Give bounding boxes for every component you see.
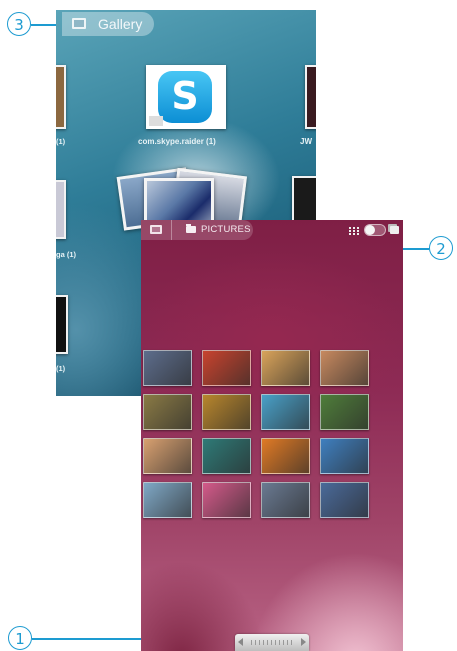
album-label-skype: com.skype.raider (1) [138,137,216,146]
callout-1: 1 [8,626,32,650]
photo-thumbnail[interactable] [143,482,192,518]
scroll-left-arrow-icon [238,638,243,646]
toggle-knob[interactable] [365,225,375,235]
gallery-app-icon [72,18,86,29]
photo-thumbnail[interactable] [320,482,369,518]
breadcrumb[interactable]: PICTURES [141,220,253,240]
skype-icon: S [158,71,212,123]
stack-view-icon[interactable] [390,226,399,234]
album-thumbnail[interactable] [56,180,66,239]
photo-thumbnail[interactable] [202,482,251,518]
photo-thumbnail[interactable] [261,482,310,518]
photo-thumbnail[interactable] [320,438,369,474]
view-toggle-switch[interactable] [364,224,386,236]
gallery-title: Gallery [98,16,143,32]
photo-thumbnail[interactable] [202,438,251,474]
photo-thumbnail[interactable] [320,350,369,386]
folder-title: PICTURES [201,224,251,235]
photo-thumbnail[interactable] [261,438,310,474]
album-label: ga (1) [56,250,77,259]
scroll-grip [251,640,293,645]
photo-thumbnail[interactable] [320,394,369,430]
album-thumbnail[interactable] [305,65,316,129]
photo-thumbnail[interactable] [143,438,192,474]
photo-thumbnail[interactable] [143,394,192,430]
scroll-right-arrow-icon [301,638,306,646]
callout-3: 3 [7,12,31,36]
gallery-top-bar[interactable]: Gallery [62,12,154,36]
photo-thumbnail[interactable] [261,350,310,386]
gallery-icon[interactable] [150,225,162,234]
photo-thumbnail[interactable] [202,350,251,386]
album-corner-tag [149,116,163,126]
album-label: (1) [56,364,66,373]
album-skype[interactable]: S [146,65,226,129]
album-thumbnail[interactable] [56,295,68,354]
folder-icon [186,224,196,233]
album-thumbnail[interactable] [56,65,66,129]
grid-view-icon[interactable] [349,227,359,235]
skype-letter: S [171,74,199,118]
breadcrumb-separator [171,220,184,240]
photo-thumbnail[interactable] [202,394,251,430]
photo-thumbnail[interactable] [261,394,310,430]
pictures-screen: PICTURES [141,220,403,651]
horizontal-scroll-handle[interactable] [235,634,309,651]
album-label: (1) [56,137,66,146]
photo-thumbnail[interactable] [143,350,192,386]
album-label: JW [300,137,312,146]
callout-2: 2 [429,236,453,260]
